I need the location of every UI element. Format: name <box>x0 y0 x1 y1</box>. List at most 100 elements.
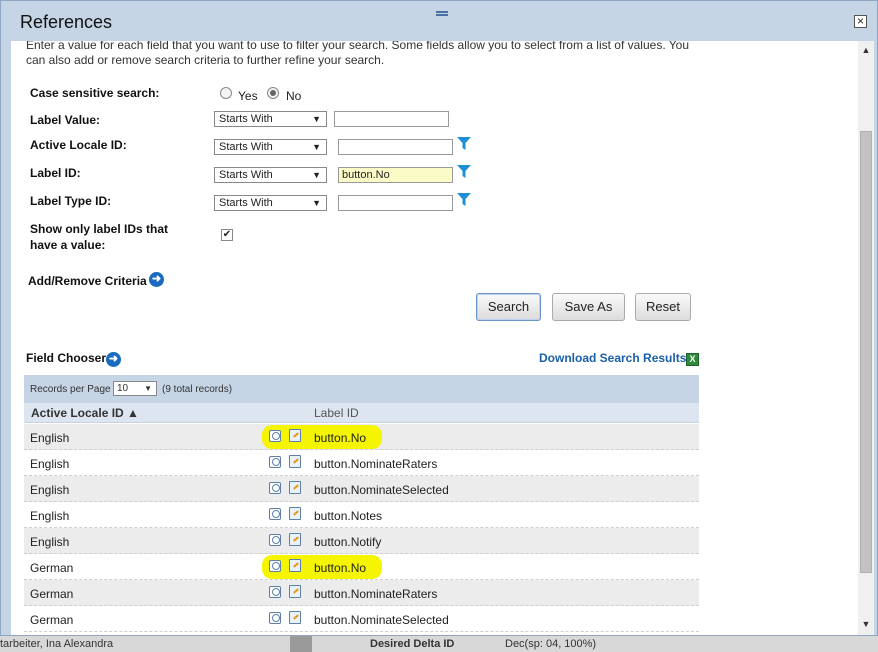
arrow-right-circle-icon[interactable]: ➜ <box>149 272 164 287</box>
label-id-operator-value: Starts With <box>219 169 273 181</box>
field-chooser-link[interactable]: Field Chooser <box>26 351 106 365</box>
table-row[interactable]: English button.NominateSelected <box>24 476 699 502</box>
close-button[interactable]: × <box>854 15 867 28</box>
total-records: (9 total records) <box>162 384 233 395</box>
background-text: tarbeiter, Ina Alexandra <box>0 638 114 650</box>
label-id-operator-select[interactable]: Starts With ▼ <box>214 167 327 183</box>
active-locale-id-operator-value: Starts With <box>219 141 273 153</box>
label-value-label: Label Value: <box>30 113 101 127</box>
drag-handle-icon[interactable] <box>436 11 448 16</box>
cell-label-id: button.No <box>314 561 367 575</box>
label-type-id-operator-value: Starts With <box>219 197 273 209</box>
scroll-up-icon[interactable]: ▲ <box>861 45 871 55</box>
active-locale-id-input[interactable] <box>338 139 453 155</box>
filter-icon[interactable] <box>457 137 471 150</box>
table-row[interactable]: German button.NominateSelected <box>24 606 699 632</box>
arrow-right-circle-icon[interactable]: ➜ <box>106 352 121 367</box>
reset-button[interactable]: Reset <box>635 293 691 321</box>
dialog-titlebar[interactable]: References × <box>1 1 877 41</box>
background-block <box>290 636 312 652</box>
records-per-page-label: Records per Page <box>30 384 111 395</box>
add-remove-criteria-link[interactable]: Add/Remove Criteria <box>28 274 147 288</box>
label-type-id-operator-select[interactable]: Starts With ▼ <box>214 195 327 211</box>
table-row[interactable]: English button.Notes <box>24 502 699 528</box>
dropdown-arrow-icon: ▼ <box>312 142 321 152</box>
table-row[interactable]: English button.No <box>24 424 699 450</box>
download-search-results-link[interactable]: Download Search Results <box>539 351 686 365</box>
view-icon[interactable] <box>269 534 281 546</box>
label-value-operator-select[interactable]: Starts With ▼ <box>214 111 327 127</box>
case-sensitive-yes-radio[interactable] <box>220 87 232 99</box>
cell-active-locale-id: German <box>30 587 74 601</box>
active-locale-id-operator-select[interactable]: Starts With ▼ <box>214 139 327 155</box>
label-type-id-input[interactable] <box>338 195 453 211</box>
column-header-label-id[interactable]: Label ID <box>314 406 359 420</box>
excel-icon[interactable]: X <box>686 353 699 366</box>
cell-label-id: button.NominateRaters <box>314 457 438 471</box>
cell-label-id: button.Notes <box>314 509 383 523</box>
dropdown-arrow-icon: ▼ <box>312 114 321 124</box>
show-only-label-line1: Show only label IDs that <box>30 222 169 236</box>
column-header-active-locale-id[interactable]: Active Locale ID ▲ <box>31 406 139 420</box>
dropdown-arrow-icon: ▼ <box>144 384 152 393</box>
view-icon[interactable] <box>269 430 281 442</box>
intro-text: Enter a value for each field that you wa… <box>26 41 690 67</box>
vertical-scrollbar[interactable]: ▲ ▼ <box>858 41 874 635</box>
grid-pager: Records per Page 10 ▼ (9 total records) <box>24 375 699 403</box>
filter-icon[interactable] <box>457 193 471 206</box>
scroll-down-icon[interactable]: ▼ <box>861 619 871 629</box>
view-icon[interactable] <box>269 456 281 468</box>
cell-active-locale-id: English <box>30 431 70 445</box>
show-only-checkbox[interactable]: ✔ <box>221 229 233 241</box>
view-icon[interactable] <box>269 482 281 494</box>
label-id-label: Label ID: <box>30 166 81 180</box>
case-sensitive-yes-label: Yes <box>238 89 258 103</box>
edit-icon[interactable] <box>289 507 301 520</box>
view-icon[interactable] <box>269 612 281 624</box>
edit-icon[interactable] <box>289 455 301 468</box>
cell-active-locale-id: English <box>30 509 70 523</box>
edit-icon[interactable] <box>289 533 301 546</box>
background-value: Dec(sp: 04, 100%) <box>505 638 597 650</box>
cell-active-locale-id: English <box>30 535 70 549</box>
view-icon[interactable] <box>269 586 281 598</box>
case-sensitive-no-label: No <box>286 89 302 103</box>
cell-label-id: button.NominateSelected <box>314 483 449 497</box>
view-icon[interactable] <box>269 508 281 520</box>
background-label: Desired Delta ID <box>370 638 455 650</box>
table-row[interactable]: English button.Notify <box>24 528 699 554</box>
cell-active-locale-id: German <box>30 613 74 627</box>
edit-icon[interactable] <box>289 559 301 572</box>
records-per-page-value: 10 <box>117 383 129 394</box>
table-row[interactable]: English button.NominateRaters <box>24 450 699 476</box>
table-row[interactable]: German button.No <box>24 554 699 580</box>
case-sensitive-label: Case sensitive search: <box>30 86 160 100</box>
active-locale-id-label: Active Locale ID: <box>30 138 127 152</box>
dialog-title: References <box>20 12 113 32</box>
edit-icon[interactable] <box>289 429 301 442</box>
cell-active-locale-id: German <box>30 561 74 575</box>
search-button[interactable]: Search <box>476 293 541 321</box>
edit-icon[interactable] <box>289 611 301 624</box>
dropdown-arrow-icon: ▼ <box>312 198 321 208</box>
records-per-page-select[interactable]: 10 ▼ <box>113 381 157 396</box>
table-row[interactable]: German button.NominateRaters <box>24 580 699 606</box>
results-grid: Records per Page 10 ▼ (9 total records) A… <box>24 375 699 635</box>
dialog-content: Enter a value for each field that you wa… <box>11 41 858 635</box>
edit-icon[interactable] <box>289 481 301 494</box>
cell-active-locale-id: English <box>30 457 70 471</box>
show-only-label-line2: have a value: <box>30 238 106 252</box>
dropdown-arrow-icon: ▼ <box>312 170 321 180</box>
save-as-button[interactable]: Save As <box>552 293 625 321</box>
grid-header: Active Locale ID ▲ Label ID <box>24 403 699 423</box>
scrollbar-thumb[interactable] <box>860 131 872 573</box>
references-dialog: References × Enter a value for each fiel… <box>0 0 878 636</box>
view-icon[interactable] <box>269 560 281 572</box>
label-value-input[interactable] <box>334 111 449 127</box>
edit-icon[interactable] <box>289 585 301 598</box>
cell-label-id: button.NominateSelected <box>314 613 449 627</box>
filter-icon[interactable] <box>457 165 471 178</box>
background-page: tarbeiter, Ina Alexandra Desired Delta I… <box>0 636 878 652</box>
label-id-input[interactable]: button.No <box>338 167 453 183</box>
case-sensitive-no-radio[interactable] <box>267 87 279 99</box>
